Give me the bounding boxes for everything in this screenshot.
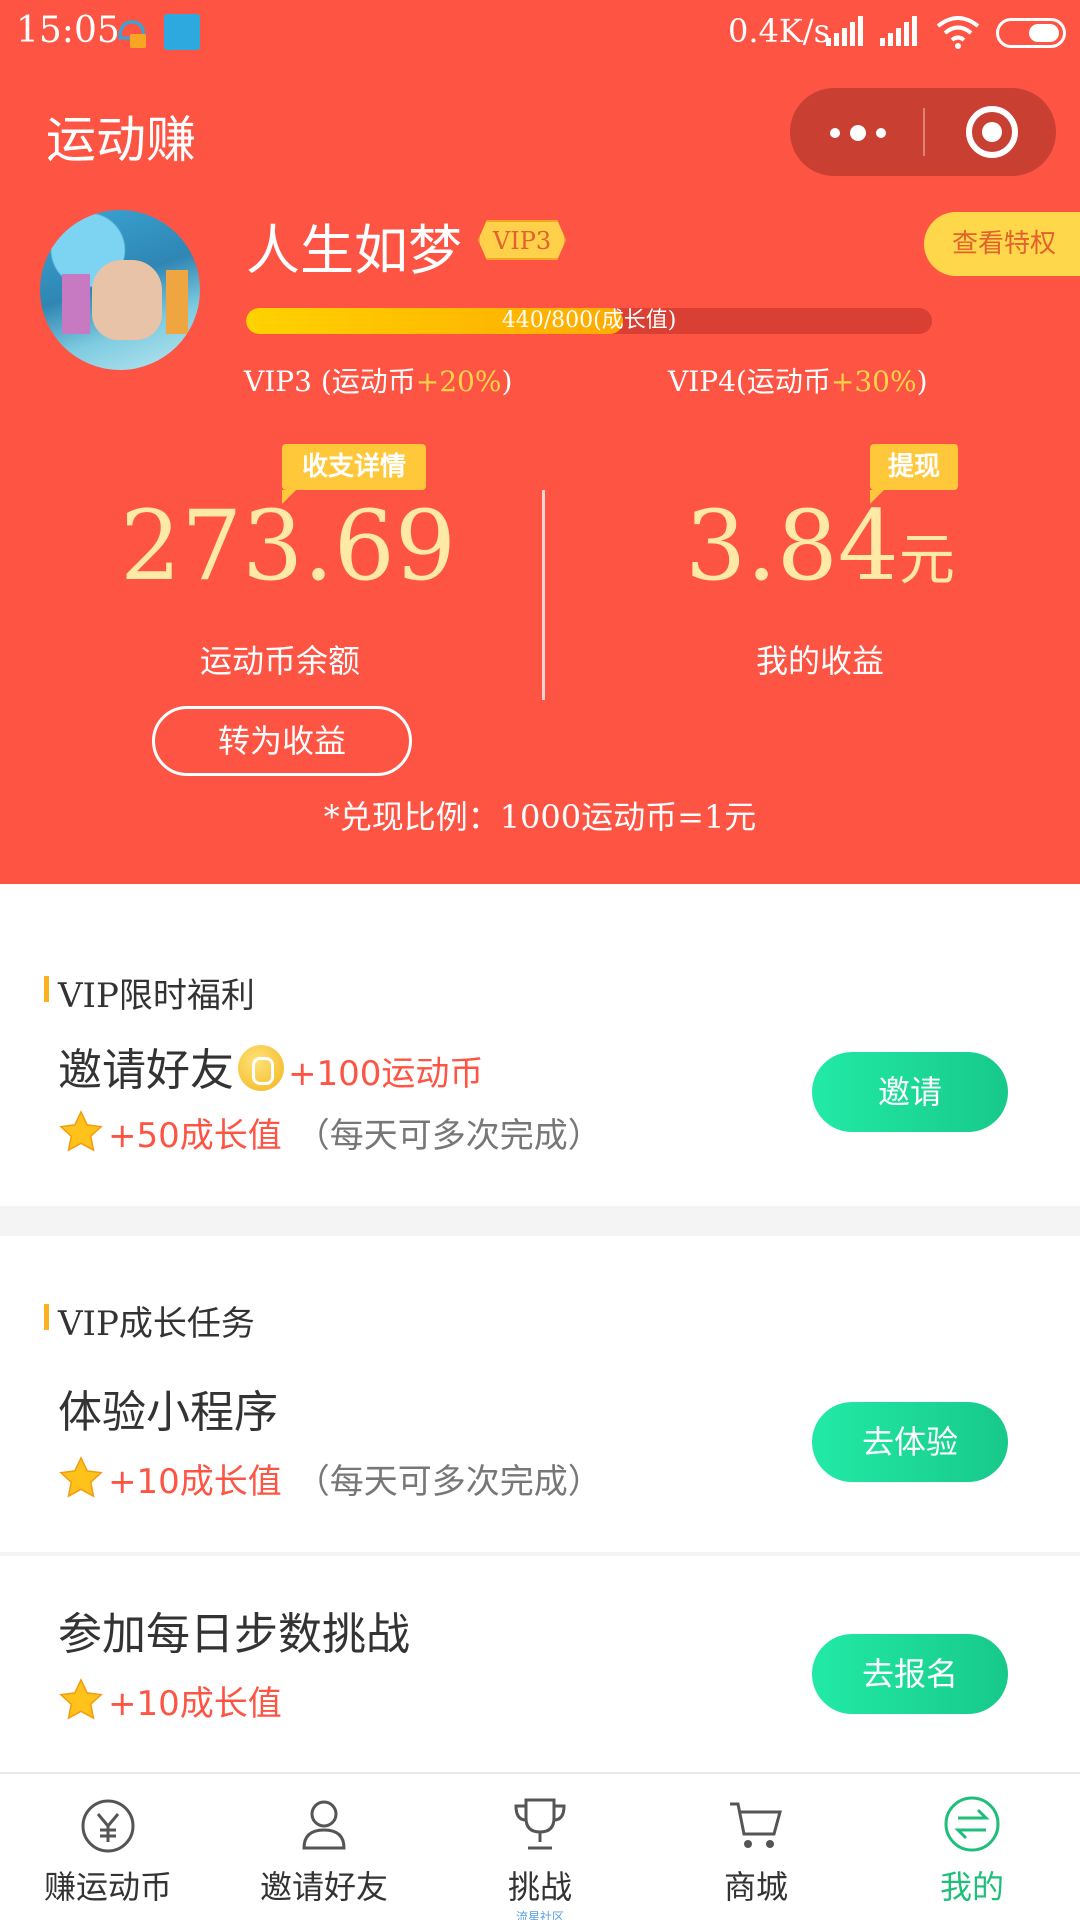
watermark: 流星社区 bbox=[515, 1910, 564, 1920]
withdraw-tag[interactable]: 提现 bbox=[870, 444, 958, 504]
coin-balance-label: 运动币余额 bbox=[199, 642, 360, 680]
battery-icon bbox=[996, 18, 1066, 48]
vip-welfare-card: VIP限时福利 邀请好友 +100运动币 +50成长值 （每天可多次完成） 邀请 bbox=[0, 884, 1080, 1206]
transaction-details-tag[interactable]: 收支详情 bbox=[282, 444, 426, 504]
yen-coin-icon bbox=[81, 1799, 135, 1853]
task-title: 参加每日步数挑战 bbox=[58, 1609, 410, 1660]
progress-text: 440/800(成长值) bbox=[501, 308, 677, 333]
tab-mine[interactable]: 我的 bbox=[864, 1774, 1080, 1920]
next-vip-bonus: VIP4(运动币+30%) bbox=[668, 365, 928, 398]
coin-balance: 273.69 bbox=[120, 490, 456, 602]
section-title: VIP成长任务 bbox=[44, 1296, 255, 1345]
vip-level-badge: VIP3 bbox=[478, 220, 566, 260]
section-title: VIP限时福利 bbox=[44, 968, 255, 1017]
star-icon bbox=[59, 1678, 103, 1720]
daily-challenge-card: 参加每日步数挑战 +10成长值 去报名 bbox=[0, 1556, 1080, 1774]
username: 人生如梦 bbox=[246, 219, 462, 282]
user-icon bbox=[302, 1800, 346, 1850]
divider bbox=[542, 490, 545, 700]
close-miniprogram-icon[interactable] bbox=[966, 106, 1018, 158]
miniprogram-capsule bbox=[790, 88, 1056, 176]
task-title: 邀请好友 +100运动币 bbox=[58, 1045, 484, 1096]
tab-bar: 赚运动币 邀请好友 挑战 流星社区 商城 我的 bbox=[0, 1772, 1080, 1920]
exchange-icon bbox=[944, 1796, 1000, 1852]
status-bar: 15:05 0.4K/s bbox=[0, 0, 1080, 66]
task-reward: +50成长值 （每天可多次完成） bbox=[58, 1108, 602, 1157]
page-title: 运动赚 bbox=[46, 111, 196, 169]
earnings-label: 我的收益 bbox=[755, 642, 884, 680]
wifi-icon bbox=[936, 16, 980, 49]
coin-icon bbox=[238, 1045, 284, 1091]
convert-to-earnings-button[interactable]: 转为收益 bbox=[152, 706, 412, 776]
tab-earn-coins[interactable]: 赚运动币 bbox=[0, 1774, 216, 1920]
cart-icon bbox=[730, 1802, 782, 1848]
try-miniprogram-button[interactable]: 去体验 bbox=[812, 1402, 1008, 1482]
trophy-icon bbox=[514, 1798, 566, 1850]
growth-progress-bar: 440/800(成长值) bbox=[246, 308, 932, 334]
tab-invite-friends[interactable]: 邀请好友 bbox=[216, 1774, 432, 1920]
sign-up-button[interactable]: 去报名 bbox=[812, 1634, 1008, 1714]
exchange-ratio: *兑现比例：1000运动币=1元 bbox=[323, 798, 757, 836]
more-icon[interactable] bbox=[830, 114, 920, 150]
signal-icon-2 bbox=[880, 16, 917, 46]
invite-button[interactable]: 邀请 bbox=[812, 1052, 1008, 1132]
status-time: 15:05 bbox=[16, 10, 120, 51]
star-icon bbox=[59, 1456, 103, 1498]
vip-growth-card: VIP成长任务 体验小程序 +10成长值 （每天可多次完成） 去体验 bbox=[0, 1236, 1080, 1552]
avatar[interactable] bbox=[40, 210, 200, 370]
tab-mall[interactable]: 商城 bbox=[648, 1774, 864, 1920]
signal-icon bbox=[826, 16, 863, 46]
my-earnings: 3.84元 bbox=[685, 490, 955, 602]
notification-icon bbox=[118, 20, 146, 48]
app-notification-icon bbox=[164, 14, 200, 50]
task-reward: +10成长值 bbox=[58, 1676, 282, 1725]
view-privileges-button[interactable]: 查看特权 bbox=[924, 212, 1080, 276]
current-vip-bonus: VIP3 (运动币+20%) bbox=[244, 365, 513, 398]
task-title: 体验小程序 bbox=[58, 1387, 278, 1438]
task-reward: +10成长值 （每天可多次完成） bbox=[58, 1454, 602, 1503]
network-speed: 0.4K/s bbox=[728, 12, 830, 50]
tab-challenge[interactable]: 挑战 流星社区 bbox=[432, 1774, 648, 1920]
star-icon bbox=[59, 1110, 103, 1152]
